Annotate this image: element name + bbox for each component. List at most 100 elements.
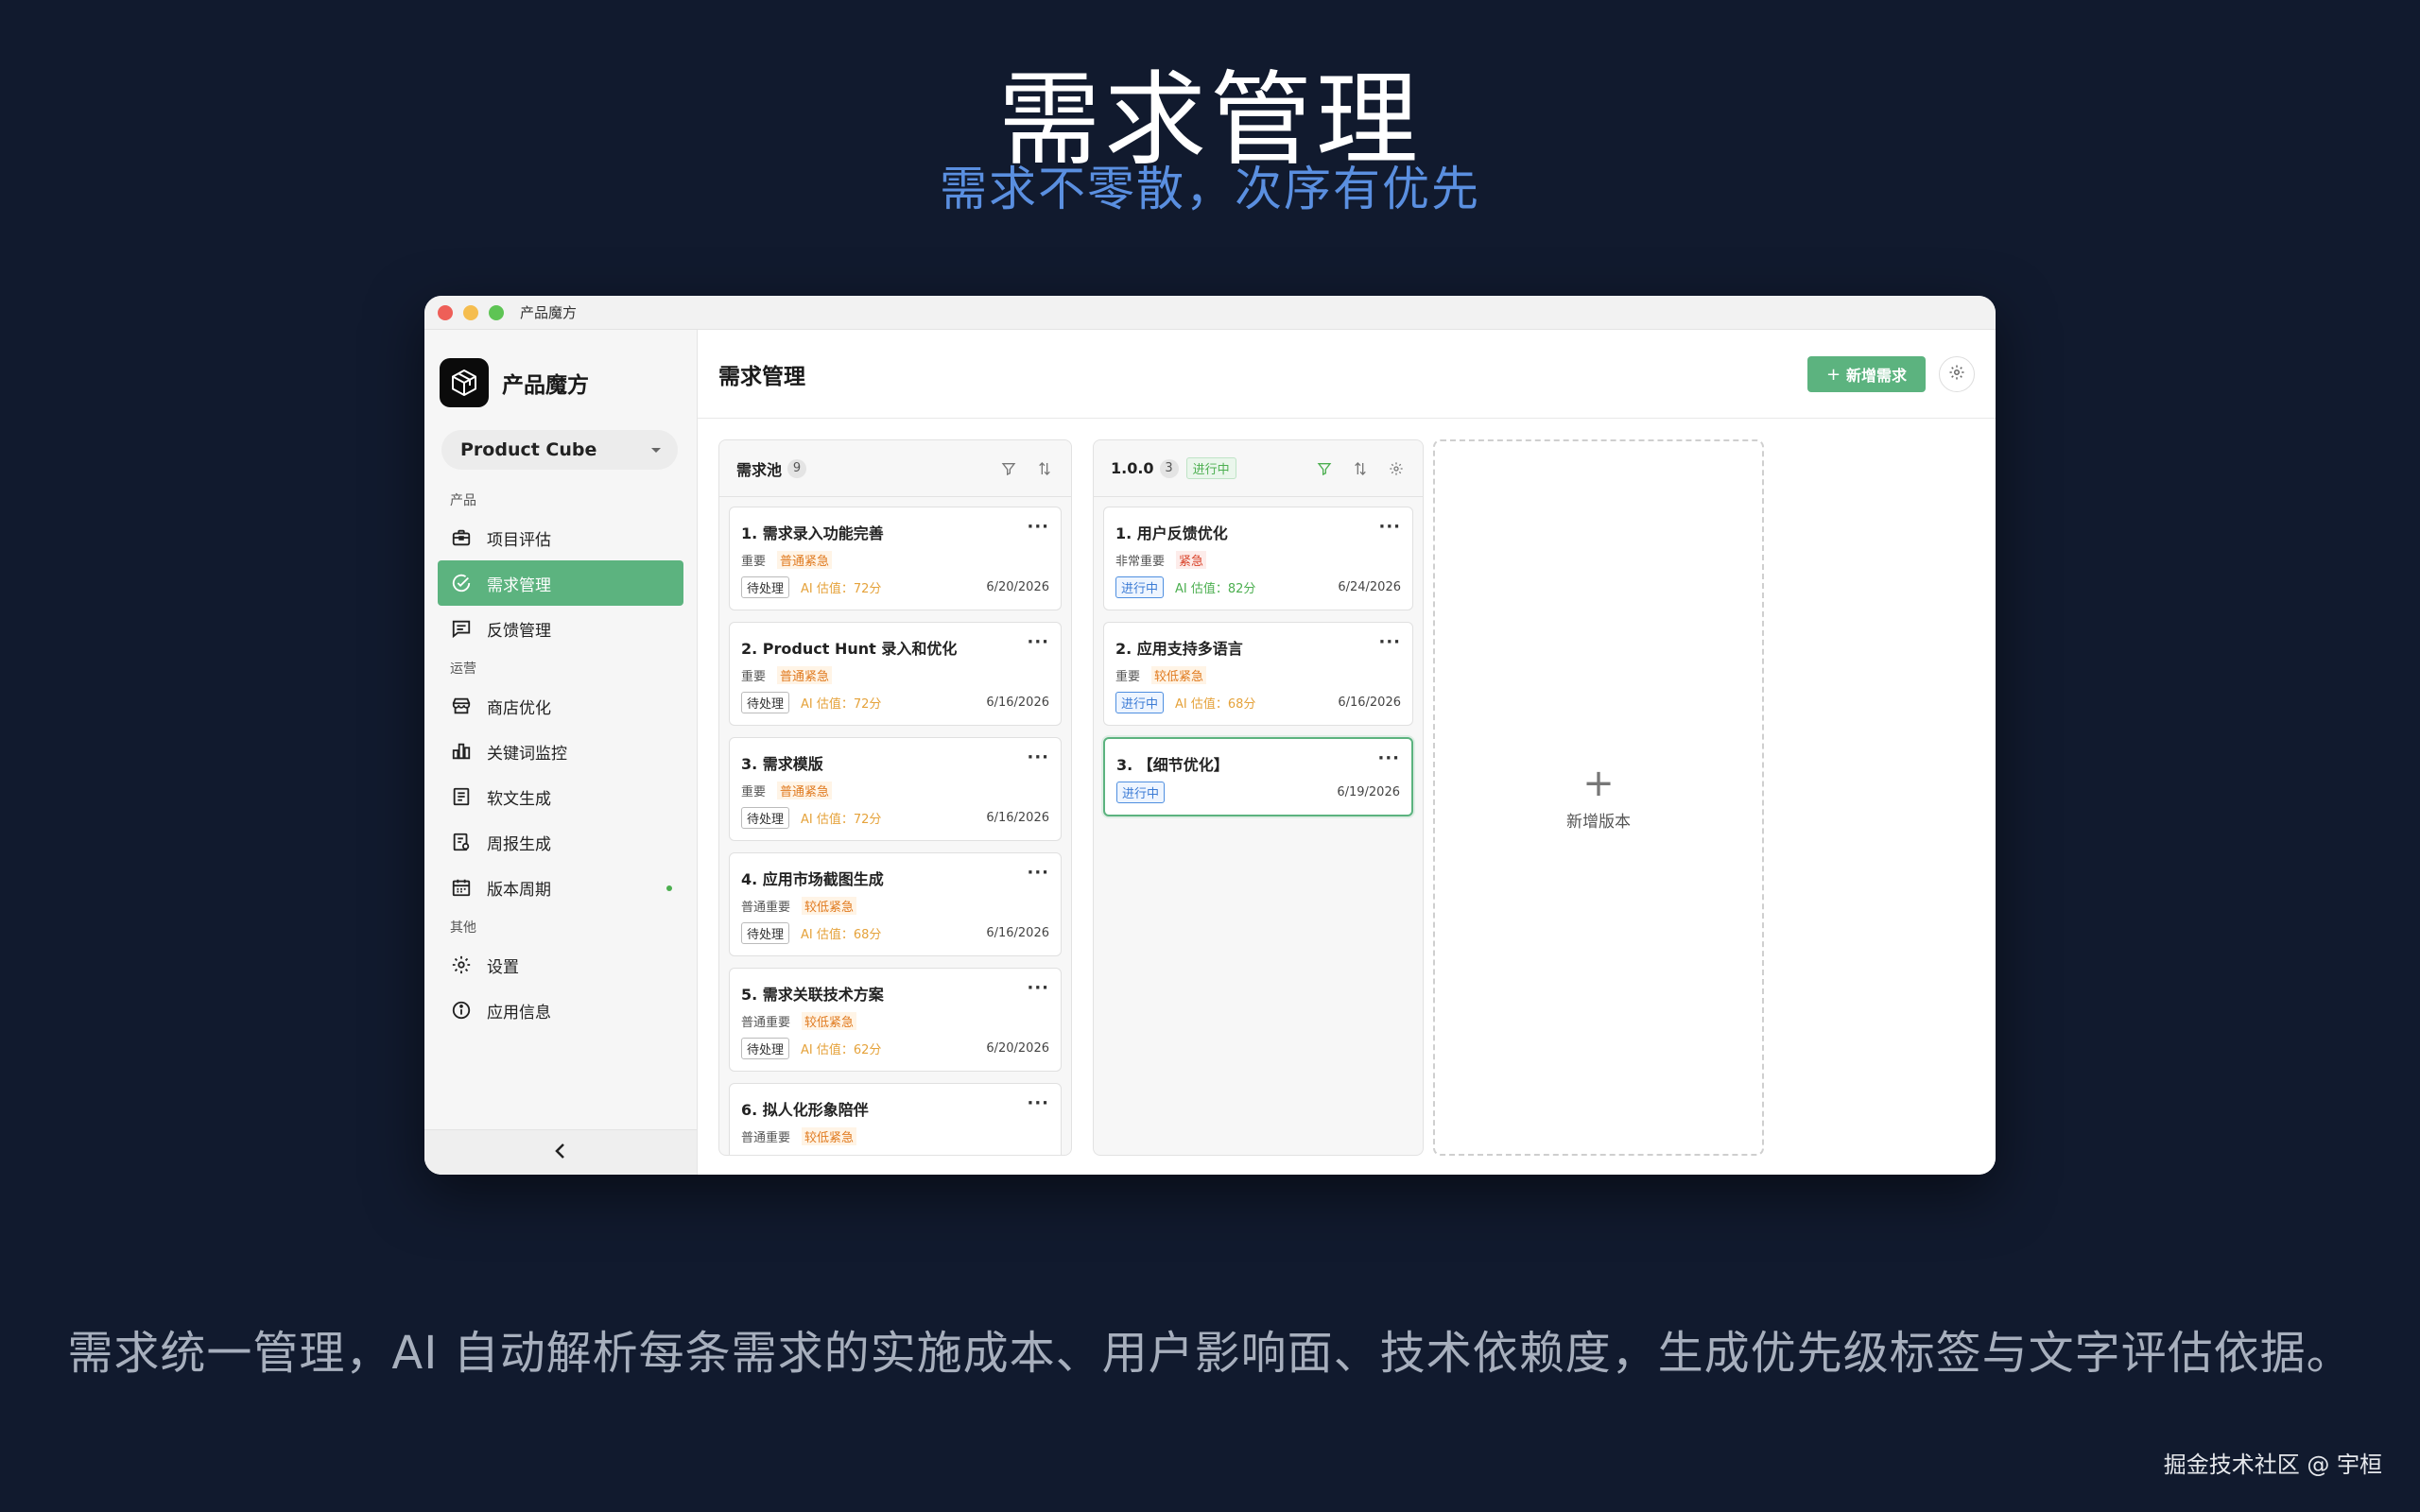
sort-icon[interactable] — [1349, 457, 1372, 480]
card-title: 2. 应用支持多语言 — [1115, 640, 1243, 658]
section-label: 其他 — [450, 920, 476, 936]
more-icon[interactable]: ··· — [1027, 517, 1049, 537]
ai-score: AI 估值：82分 — [1175, 582, 1256, 596]
ai-score: AI 估值：68分 — [801, 928, 882, 942]
gear-icon[interactable] — [1385, 457, 1408, 480]
sidebar-section-ops: 运营 商店优化 关键词监控 软文生成 周报生成 版本周期 — [424, 659, 697, 910]
sidebar-item-store[interactable]: 商店优化 — [438, 683, 683, 729]
more-icon[interactable]: ··· — [1027, 1093, 1049, 1113]
requirement-card[interactable]: 5. 需求关联技术方案 ··· 普通重要 较低紧急 待处理 AI 估值：62分 … — [729, 968, 1062, 1072]
card-title: 3. 需求模版 — [741, 755, 823, 773]
status-badge: 进行中 — [1116, 782, 1166, 803]
sidebar-item-label: 项目评估 — [487, 530, 551, 550]
sidebar-item-app-info[interactable]: 应用信息 — [438, 988, 683, 1033]
sidebar-item-project-eval[interactable]: 项目评估 — [438, 515, 683, 560]
credit: 掘金技术社区 @ 宇桓 — [2163, 1452, 2382, 1478]
importance-tag: 重要 — [1115, 670, 1141, 684]
filter-icon[interactable] — [1313, 457, 1336, 480]
window-title: 产品魔方 — [520, 304, 578, 321]
column-title: 1.0.0 — [1111, 459, 1154, 477]
sidebar-item-label: 软文生成 — [487, 789, 551, 809]
board-settings-button[interactable] — [1939, 356, 1975, 392]
main-header: 需求管理 + 新增需求 — [698, 330, 1996, 419]
requirement-card[interactable]: 6. 拟人化形象陪伴 ··· 普通重要 较低紧急 — [729, 1083, 1062, 1155]
sidebar-item-article[interactable]: 软文生成 — [438, 774, 683, 819]
ai-score: AI 估值：72分 — [801, 813, 882, 827]
more-icon[interactable]: ··· — [1027, 863, 1049, 883]
importance-tag: 普通重要 — [741, 901, 791, 915]
urgency-tag: 较低紧急 — [802, 1127, 857, 1145]
requirement-card[interactable]: 4. 应用市场截图生成 ··· 普通重要 较低紧急 待处理 AI 估值：68分 … — [729, 852, 1062, 956]
urgency-tag: 紧急 — [1176, 551, 1207, 569]
card-tags: 重要 较低紧急 — [1115, 666, 1401, 684]
sidebar-item-label: 周报生成 — [487, 834, 551, 854]
card-title: 1. 需求录入功能完善 — [741, 524, 884, 542]
sidebar-item-label: 需求管理 — [487, 576, 551, 595]
requirement-card[interactable]: 3. 需求模版 ··· 重要 普通紧急 待处理 AI 估值：72分 6/16/2… — [729, 737, 1062, 841]
card-list: 1. 需求录入功能完善 ··· 重要 普通紧急 待处理 AI 估值：72分 6/… — [719, 497, 1071, 1155]
importance-tag: 非常重要 — [1115, 555, 1166, 569]
card-date: 6/24/2026 — [1338, 580, 1401, 594]
urgency-tag: 普通紧急 — [777, 782, 833, 799]
more-icon[interactable]: ··· — [1378, 632, 1401, 652]
card-tags: 普通重要 较低紧急 — [741, 1127, 1049, 1145]
requirement-card[interactable]: 1. 用户反馈优化 ··· 非常重要 紧急 进行中 AI 估值：82分 6/24… — [1103, 507, 1413, 610]
card-date: 6/16/2026 — [1338, 696, 1401, 710]
urgency-tag: 普通紧急 — [777, 666, 833, 684]
product-selector[interactable]: Product Cube — [441, 430, 678, 470]
zoom-window-button[interactable] — [489, 304, 504, 320]
sidebar-item-label: 应用信息 — [487, 1003, 551, 1022]
ai-score: AI 估值：72分 — [801, 582, 882, 596]
more-icon[interactable]: ··· — [1027, 978, 1049, 998]
ai-score: AI 估值：62分 — [801, 1043, 882, 1057]
app-window: 产品魔方 产品魔方 Product Cube 产品 项目评估 需求管理 反馈管理… — [424, 296, 1996, 1175]
requirement-card[interactable]: 2. 应用支持多语言 ··· 重要 较低紧急 进行中 AI 估值：68分 6/1… — [1103, 622, 1413, 726]
product-selector-value: Product Cube — [460, 439, 597, 460]
urgency-tag: 较低紧急 — [802, 897, 857, 915]
page-title: 需求管理 — [718, 364, 805, 389]
card-footer: 进行中 6/19/2026 — [1116, 782, 1400, 803]
close-window-button[interactable] — [438, 304, 453, 320]
add-version-button[interactable]: + 新增版本 — [1433, 439, 1764, 1156]
card-title: 3. 【细节优化】 — [1116, 756, 1229, 774]
sort-icon[interactable] — [1033, 457, 1056, 480]
collapse-sidebar-button[interactable] — [424, 1129, 697, 1175]
add-requirement-button[interactable]: + 新增需求 — [1807, 356, 1926, 392]
card-footer: 待处理 AI 估值：72分 6/16/2026 — [741, 692, 1049, 713]
card-date: 6/16/2026 — [986, 811, 1049, 825]
gear-icon — [449, 953, 474, 977]
minimize-window-button[interactable] — [463, 304, 478, 320]
card-title: 2. Product Hunt 录入和优化 — [741, 640, 958, 658]
section-label: 运营 — [450, 662, 476, 677]
card-date: 6/16/2026 — [986, 926, 1049, 940]
requirement-card[interactable]: 1. 需求录入功能完善 ··· 重要 普通紧急 待处理 AI 估值：72分 6/… — [729, 507, 1062, 610]
sidebar-item-requirements[interactable]: 需求管理 — [438, 560, 683, 606]
more-icon[interactable]: ··· — [1378, 517, 1401, 537]
status-badge: 待处理 — [741, 692, 790, 713]
sidebar-item-weekly-report[interactable]: 周报生成 — [438, 819, 683, 865]
sidebar: 产品魔方 Product Cube 产品 项目评估 需求管理 反馈管理 运营 商… — [424, 330, 698, 1175]
requirement-card[interactable]: 2. Product Hunt 录入和优化 ··· 重要 普通紧急 待处理 AI… — [729, 622, 1062, 726]
column-tools — [997, 457, 1056, 480]
card-tags: 重要 普通紧急 — [741, 666, 1049, 684]
more-icon[interactable]: ··· — [1377, 748, 1400, 768]
sidebar-item-keywords[interactable]: 关键词监控 — [438, 729, 683, 774]
plus-icon: + — [1825, 364, 1841, 385]
sidebar-item-version-cycle[interactable]: 版本周期 — [438, 865, 683, 910]
sidebar-item-feedback[interactable]: 反馈管理 — [438, 606, 683, 651]
gear-icon — [1948, 364, 1965, 385]
filter-icon[interactable] — [997, 457, 1020, 480]
section-label: 产品 — [450, 493, 476, 508]
column-title: 需求池 — [736, 460, 783, 479]
more-icon[interactable]: ··· — [1027, 747, 1049, 767]
requirement-card-selected[interactable]: 3. 【细节优化】 ··· 进行中 6/19/2026 — [1103, 737, 1413, 816]
plus-icon: + — [1582, 761, 1615, 805]
ai-score: AI 估值：72分 — [801, 697, 882, 712]
status-badge: 待处理 — [741, 922, 790, 944]
urgency-tag: 较低紧急 — [802, 1012, 857, 1030]
sidebar-item-settings[interactable]: 设置 — [438, 942, 683, 988]
card-date: 6/19/2026 — [1337, 785, 1400, 799]
hero-subtitle: 需求不零散，次序有优先 — [940, 162, 1480, 216]
sidebar-section-product: 产品 项目评估 需求管理 反馈管理 — [424, 490, 697, 651]
more-icon[interactable]: ··· — [1027, 632, 1049, 652]
